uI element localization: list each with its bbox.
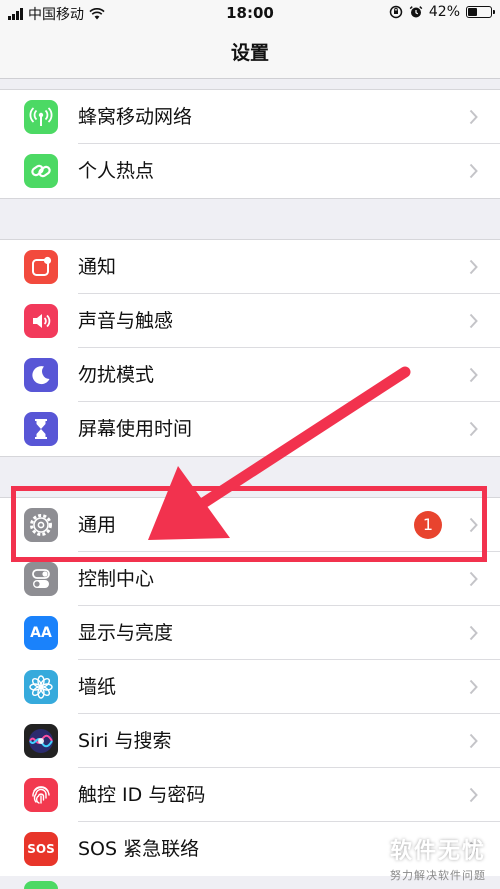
settings-row-touch-id-passcode[interactable]: 触控 ID 与密码 [0,768,500,822]
settings-row-do-not-disturb[interactable]: 勿扰模式 [0,348,500,402]
settings-row-screen-time[interactable]: 屏幕使用时间 [0,402,500,456]
settings-row-hotspot[interactable]: 个人热点 [0,144,500,198]
chevron-right-icon [469,421,478,437]
settings-row-label: 触控 ID 与密码 [78,784,206,806]
fingerprint-icon [24,778,58,812]
next-row-icon-peek [24,881,58,889]
watermark: 软件无忧 努力解决软件问题 [390,833,486,883]
flower-icon [24,670,58,704]
cellular-antenna-icon [24,100,58,134]
settings-group-general: 通用 1 控制中心 AA 显示与亮度 墙纸 Siri 与搜索 触控 ID 与密码… [0,497,500,876]
siri-icon [24,724,58,758]
battery-percent: 42% [428,4,460,20]
page-title: 设置 [230,42,269,64]
status-bar: 中国移动 18:00 42% [0,0,500,26]
settings-row-label: SOS 紧急联络 [78,838,200,860]
settings-row-display-brightness[interactable]: AA 显示与亮度 [0,606,500,660]
battery-fill [468,8,477,16]
chevron-right-icon [469,109,478,125]
toggle-switches-icon [24,562,58,596]
settings-row-label: 屏幕使用时间 [78,418,193,440]
settings-row-cellular[interactable]: 蜂窝移动网络 [0,90,500,144]
moon-icon [24,358,58,392]
settings-row-label: 通知 [78,256,117,278]
chevron-right-icon [469,163,478,179]
alarm-icon [409,6,423,18]
gear-icon [24,508,58,542]
settings-row-siri-search[interactable]: Siri 与搜索 [0,714,500,768]
settings-row-sounds[interactable]: 声音与触感 [0,294,500,348]
chevron-right-icon [469,679,478,695]
chevron-right-icon [469,259,478,275]
settings-row-notifications[interactable]: 通知 [0,240,500,294]
chevron-right-icon [469,625,478,641]
settings-row-general[interactable]: 通用 1 [0,498,500,552]
settings-row-label: 墙纸 [78,676,117,698]
hotspot-link-icon [24,154,58,188]
chevron-right-icon [469,787,478,803]
speaker-icon [24,304,58,338]
settings-row-label: Siri 与搜索 [78,730,172,752]
settings-row-label: 控制中心 [78,568,155,590]
navigation-bar: 设置 [0,26,500,79]
status-right: 42% [389,4,495,20]
chevron-right-icon [469,571,478,587]
settings-row-label: 通用 [78,514,117,536]
chevron-right-icon [469,367,478,383]
watermark-title: 软件无忧 [389,839,486,864]
notifications-icon [24,250,58,284]
settings-row-label: 蜂窝移动网络 [78,106,193,128]
settings-group-notifications: 通知 声音与触感 勿扰模式 屏幕使用时间 [0,239,500,457]
chevron-right-icon [469,733,478,749]
battery-icon [466,6,495,18]
settings-row-label: 显示与亮度 [78,622,174,644]
text-size-icon: AA [24,616,58,650]
settings-row-wallpaper[interactable]: 墙纸 [0,660,500,714]
chevron-right-icon [469,313,478,329]
rotation-lock-icon [389,5,403,19]
sos-icon: SOS [24,832,58,866]
watermark-subtitle: 努力解决软件问题 [389,869,486,882]
settings-row-label: 声音与触感 [78,310,174,332]
settings-row-label: 个人热点 [78,160,155,182]
settings-row-label: 勿扰模式 [78,364,155,386]
notification-badge: 1 [414,511,442,539]
hourglass-icon [24,412,58,446]
chevron-right-icon [469,517,478,533]
settings-group-network: 蜂窝移动网络 个人热点 [0,89,500,199]
settings-row-control-center[interactable]: 控制中心 [0,552,500,606]
